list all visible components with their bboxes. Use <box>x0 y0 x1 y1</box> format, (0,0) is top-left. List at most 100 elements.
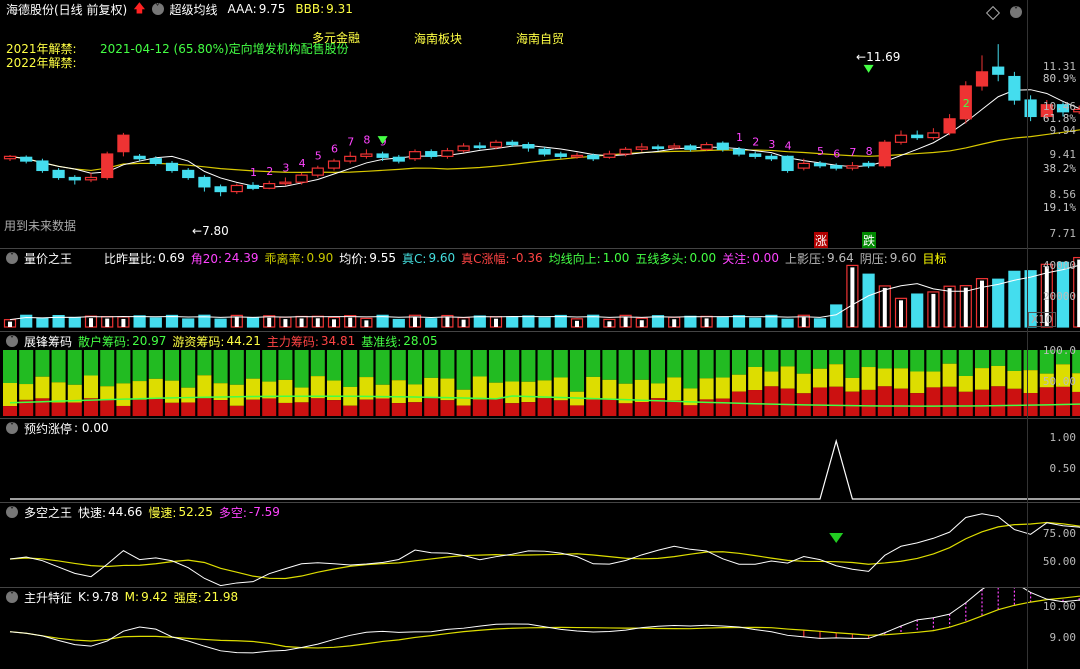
volume-bar-highlight <box>105 318 110 327</box>
candle-body <box>506 141 519 146</box>
panel-title[interactable]: 多空之王 <box>24 504 72 521</box>
volume-bar-highlight <box>672 319 677 327</box>
unlock-2022-label: 2022年解禁: <box>6 56 77 70</box>
chip-bar-main-force <box>586 399 601 416</box>
axis-tick-label: 80.9% <box>1042 72 1076 85</box>
main-rise-axis: 10.00 9.00 <box>1028 588 1080 669</box>
chip-bar-retail <box>942 350 957 364</box>
collapse-icon[interactable]: ˅ <box>6 252 18 264</box>
chip-bar-hot-money <box>229 384 244 406</box>
chip-bar-main-force <box>667 400 682 416</box>
candle-body <box>279 181 292 185</box>
aaa-value: 9.75 <box>258 2 286 16</box>
volume-bar <box>554 314 567 328</box>
collapse-icon[interactable]: ˅ <box>6 591 18 603</box>
chip-bar-retail <box>910 350 925 372</box>
chip-bar-main-force <box>359 399 374 416</box>
chip-bar-retail <box>35 350 50 377</box>
collapse-icon[interactable]: ˅ <box>6 506 18 518</box>
volume-bar <box>813 318 827 328</box>
volume-bar <box>182 318 195 328</box>
tag-multi-finance[interactable]: 多元金融 <box>312 29 360 46</box>
tag-hainan-ftz[interactable]: 海南自贸 <box>516 30 564 47</box>
limit-up-badge: 涨 <box>814 232 829 249</box>
volume-bar <box>830 304 843 328</box>
chip-panel[interactable]: ˅ 展锋筹码 散户筹码: 20.97 游资筹码: 44.21 主力筹码: 34.81 基准线… <box>0 332 1080 418</box>
chip-bar-retail <box>294 350 309 388</box>
candle-body <box>425 151 438 157</box>
main-chart-panel[interactable]: 123456789123456782 海德股份(日线 前复权) 🡅 ˅ 超级均线… <box>0 0 1080 250</box>
tag-hainan-sector[interactable]: 海南板块 <box>414 30 462 47</box>
panel3-label-2: 主力筹码: <box>266 334 319 349</box>
sequence-count-label: 7 <box>347 136 354 149</box>
chip-bar-hot-money <box>667 377 682 401</box>
chip-bar-main-force <box>327 400 341 416</box>
volume-bar-highlight <box>801 317 806 327</box>
panel-title[interactable]: 量价之王 <box>24 250 72 267</box>
panel2-label-4: 真C: <box>402 251 427 266</box>
chip-bar-retail <box>748 350 763 367</box>
axis-tick-label: 20000 <box>1042 290 1076 303</box>
chip-bar-main-force <box>456 405 471 416</box>
chip-bar-hot-money <box>732 374 746 392</box>
candle-body <box>684 145 697 150</box>
up-arrow-icon[interactable]: 🡅 <box>133 0 145 20</box>
axis-tick-label: 10.00 <box>1042 600 1076 613</box>
panel-title[interactable]: 主升特征 <box>24 589 72 606</box>
candle-body <box>668 145 681 149</box>
panel-value: : 0.00 <box>74 421 109 435</box>
chip-bar-main-force <box>375 398 390 416</box>
panel2-label-8: 关注: <box>722 251 751 266</box>
chip-bar-main-force <box>197 398 212 416</box>
volume-price-panel[interactable]: ˅ 量价之王 比昨量比: 0.69 角20: 24.39 乖离率: 0.90 均价: 9.55… <box>0 249 1080 331</box>
chip-bar-main-force <box>618 403 633 416</box>
bull-bear-axis: 75.00 50.00 <box>1028 503 1080 587</box>
collapse-panel-icon[interactable]: ˅ <box>1010 6 1022 18</box>
chip-bar-retail <box>165 350 179 381</box>
panel2-value-7: 0.00 <box>689 251 717 265</box>
limit-up-panel[interactable]: ˅ 预约涨停 : 0.00 1.00 0.50 <box>0 419 1080 502</box>
indicator-name[interactable]: 超级均线 <box>170 1 218 18</box>
chip-bar-main-force <box>116 405 131 416</box>
chip-bar-hot-money <box>197 375 212 399</box>
chip-bar-main-force <box>51 402 66 416</box>
chip-bar-main-force <box>602 398 617 416</box>
panel-title[interactable]: 展锋筹码 <box>24 333 72 350</box>
main-price-axis: 11.31 80.9% 10.46 61.8% 9.94 9.41 38.2% 8.56 19.… <box>1028 0 1080 250</box>
volume-bar <box>716 316 729 328</box>
panel2-label-2: 乖离率: <box>264 251 305 266</box>
axis-tick-label: 75.00 <box>1042 527 1076 540</box>
chip-bar-retail <box>197 350 212 376</box>
volume-bar <box>133 315 146 328</box>
stock-name[interactable]: 海德股份(日线 前复权) <box>6 1 127 18</box>
chip-bar-main-force <box>440 400 455 416</box>
chip-bar-retail <box>148 350 163 379</box>
chip-bar-retail <box>1007 350 1022 371</box>
main-header: 海德股份(日线 前复权) 🡅 ˅ 超级均线 AAA: 9.75 BBB: 9.3… <box>6 0 353 18</box>
chip-bar-retail <box>456 350 471 390</box>
chip-bar-hot-money <box>35 376 50 399</box>
panel-title[interactable]: 预约涨停 <box>24 420 72 437</box>
panel6-label-0: K: <box>78 590 90 604</box>
candle-body <box>927 132 940 139</box>
axis-tick-label: 19.1% <box>1042 201 1076 214</box>
main-rise-panel[interactable]: ˅ 主升特征 K: 9.78 M: 9.42 强度: 21.98 10.00 9.00 <box>0 588 1080 669</box>
chip-bar-retail <box>51 350 66 383</box>
chip-bar-main-force <box>553 400 568 416</box>
candle-body <box>522 144 535 149</box>
collapse-icon[interactable]: ˅ <box>151 3 164 15</box>
chip-bar-main-force <box>1007 388 1022 416</box>
chip-bar-hot-money <box>116 383 131 406</box>
bull-bear-panel[interactable]: ˅ 多空之王 快速: 44.66 慢速: 52.25 多空: -7.59 75.00 50.… <box>0 503 1080 587</box>
panel5-value-1: 52.25 <box>178 505 213 519</box>
collapse-icon[interactable]: ˅ <box>6 335 18 347</box>
limit-up-chart[interactable] <box>0 419 1080 502</box>
chip-bar-retail <box>958 350 973 376</box>
chip-bar-main-force <box>278 402 293 416</box>
sequence-count-label: 4 <box>785 139 792 152</box>
chip-bar-retail <box>246 350 260 379</box>
collapse-icon[interactable]: ˅ <box>6 422 18 434</box>
panel6-label-1: M: <box>124 590 140 604</box>
chip-bar-retail <box>570 350 584 392</box>
chip-bar-hot-money <box>651 383 665 399</box>
